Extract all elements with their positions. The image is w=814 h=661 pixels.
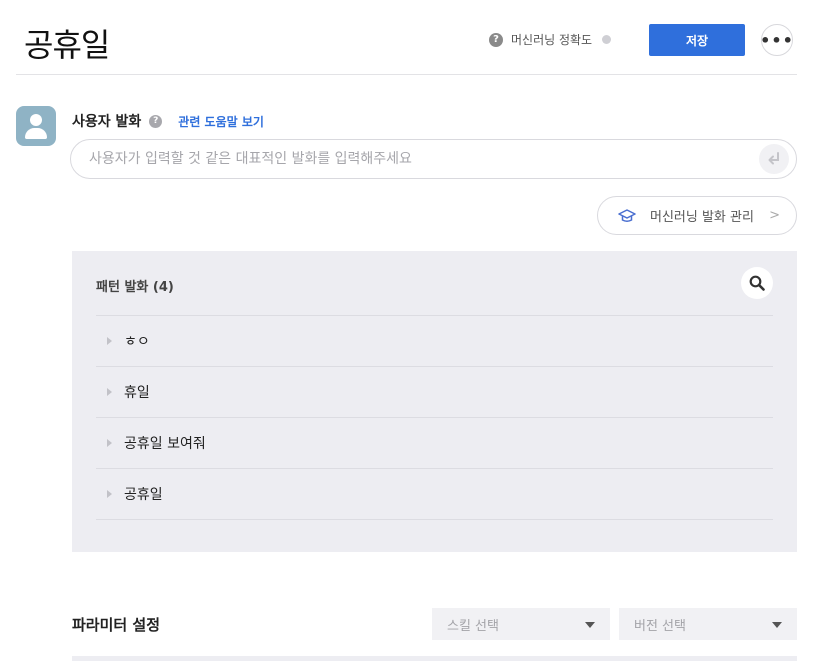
skill-select-value: 스킬 선택 — [447, 618, 499, 634]
caret-right-icon[interactable] — [107, 439, 112, 447]
pattern-utterance-panel: 패턴 발화 (4) ㅎㅇ 휴일 공휴일 보여줘 공휴일 — [72, 251, 797, 552]
utterance-input[interactable] — [89, 140, 749, 178]
page-title: 공휴일 — [24, 26, 110, 64]
pattern-utterance-title: 패턴 발화 (4) — [96, 280, 174, 295]
version-select-value: 버전 선택 — [634, 618, 686, 634]
utterance-title: 사용자 발화 — [72, 114, 142, 130]
user-icon-head — [30, 114, 42, 126]
caret-right-icon[interactable] — [107, 388, 112, 396]
enter-return-icon — [768, 152, 779, 165]
status-dot — [602, 35, 612, 44]
question-circle-icon[interactable]: ? — [489, 32, 503, 47]
pattern-utterance-item[interactable]: 공휴일 보여줘 — [96, 418, 773, 469]
help-link[interactable]: 관련 도움말 보기 — [178, 113, 264, 130]
user-icon-body — [25, 128, 47, 139]
pattern-utterance-item[interactable]: 공휴일 — [96, 469, 773, 520]
utterance-input-box — [70, 139, 797, 179]
pattern-utterance-list: ㅎㅇ 휴일 공휴일 보여줘 공휴일 — [96, 315, 773, 520]
enter-button[interactable] — [759, 144, 789, 174]
search-icon — [749, 275, 765, 291]
dropdown-arrow-icon — [772, 622, 782, 628]
version-select[interactable]: 버전 선택 — [619, 608, 797, 640]
dropdown-arrow-icon — [585, 622, 595, 628]
utterance-header: 사용자 발화 ? 관련 도움말 보기 — [72, 111, 264, 131]
ml-utterance-manage-button[interactable]: 머신러닝 발화 관리 > — [597, 196, 797, 235]
more-options-button[interactable]: ••• — [760, 24, 794, 56]
parameter-settings-title: 파라미터 설정 — [72, 616, 161, 634]
pattern-utterance-text: 휴일 — [124, 385, 150, 401]
skill-select[interactable]: 스킬 선택 — [432, 608, 610, 640]
more-horizontal-icon: ••• — [760, 30, 794, 50]
avatar — [16, 106, 56, 146]
parameter-panel-top — [72, 656, 797, 661]
pattern-utterance-text: 공휴일 보여줘 — [124, 436, 206, 452]
ml-accuracy-label: 머신러닝 정확도 — [511, 33, 593, 47]
save-button[interactable]: 저장 — [649, 24, 745, 56]
caret-right-icon[interactable] — [107, 337, 112, 345]
question-circle-icon[interactable]: ? — [149, 114, 163, 128]
pattern-utterance-item[interactable]: ㅎㅇ — [96, 316, 773, 367]
ml-accuracy-indicator: ? 머신러닝 정확도 — [489, 31, 612, 48]
caret-right-icon[interactable] — [107, 490, 112, 498]
pattern-utterance-text: 공휴일 — [124, 487, 163, 503]
chevron-right-icon: > — [769, 208, 780, 223]
graduation-cap-icon — [618, 208, 636, 222]
pattern-search-button[interactable] — [741, 267, 773, 299]
header-divider — [16, 74, 797, 75]
pattern-utterance-item[interactable]: 휴일 — [96, 367, 773, 418]
pattern-utterance-text: ㅎㅇ — [124, 334, 150, 350]
ml-utterance-manage-label: 머신러닝 발화 관리 — [650, 210, 754, 225]
